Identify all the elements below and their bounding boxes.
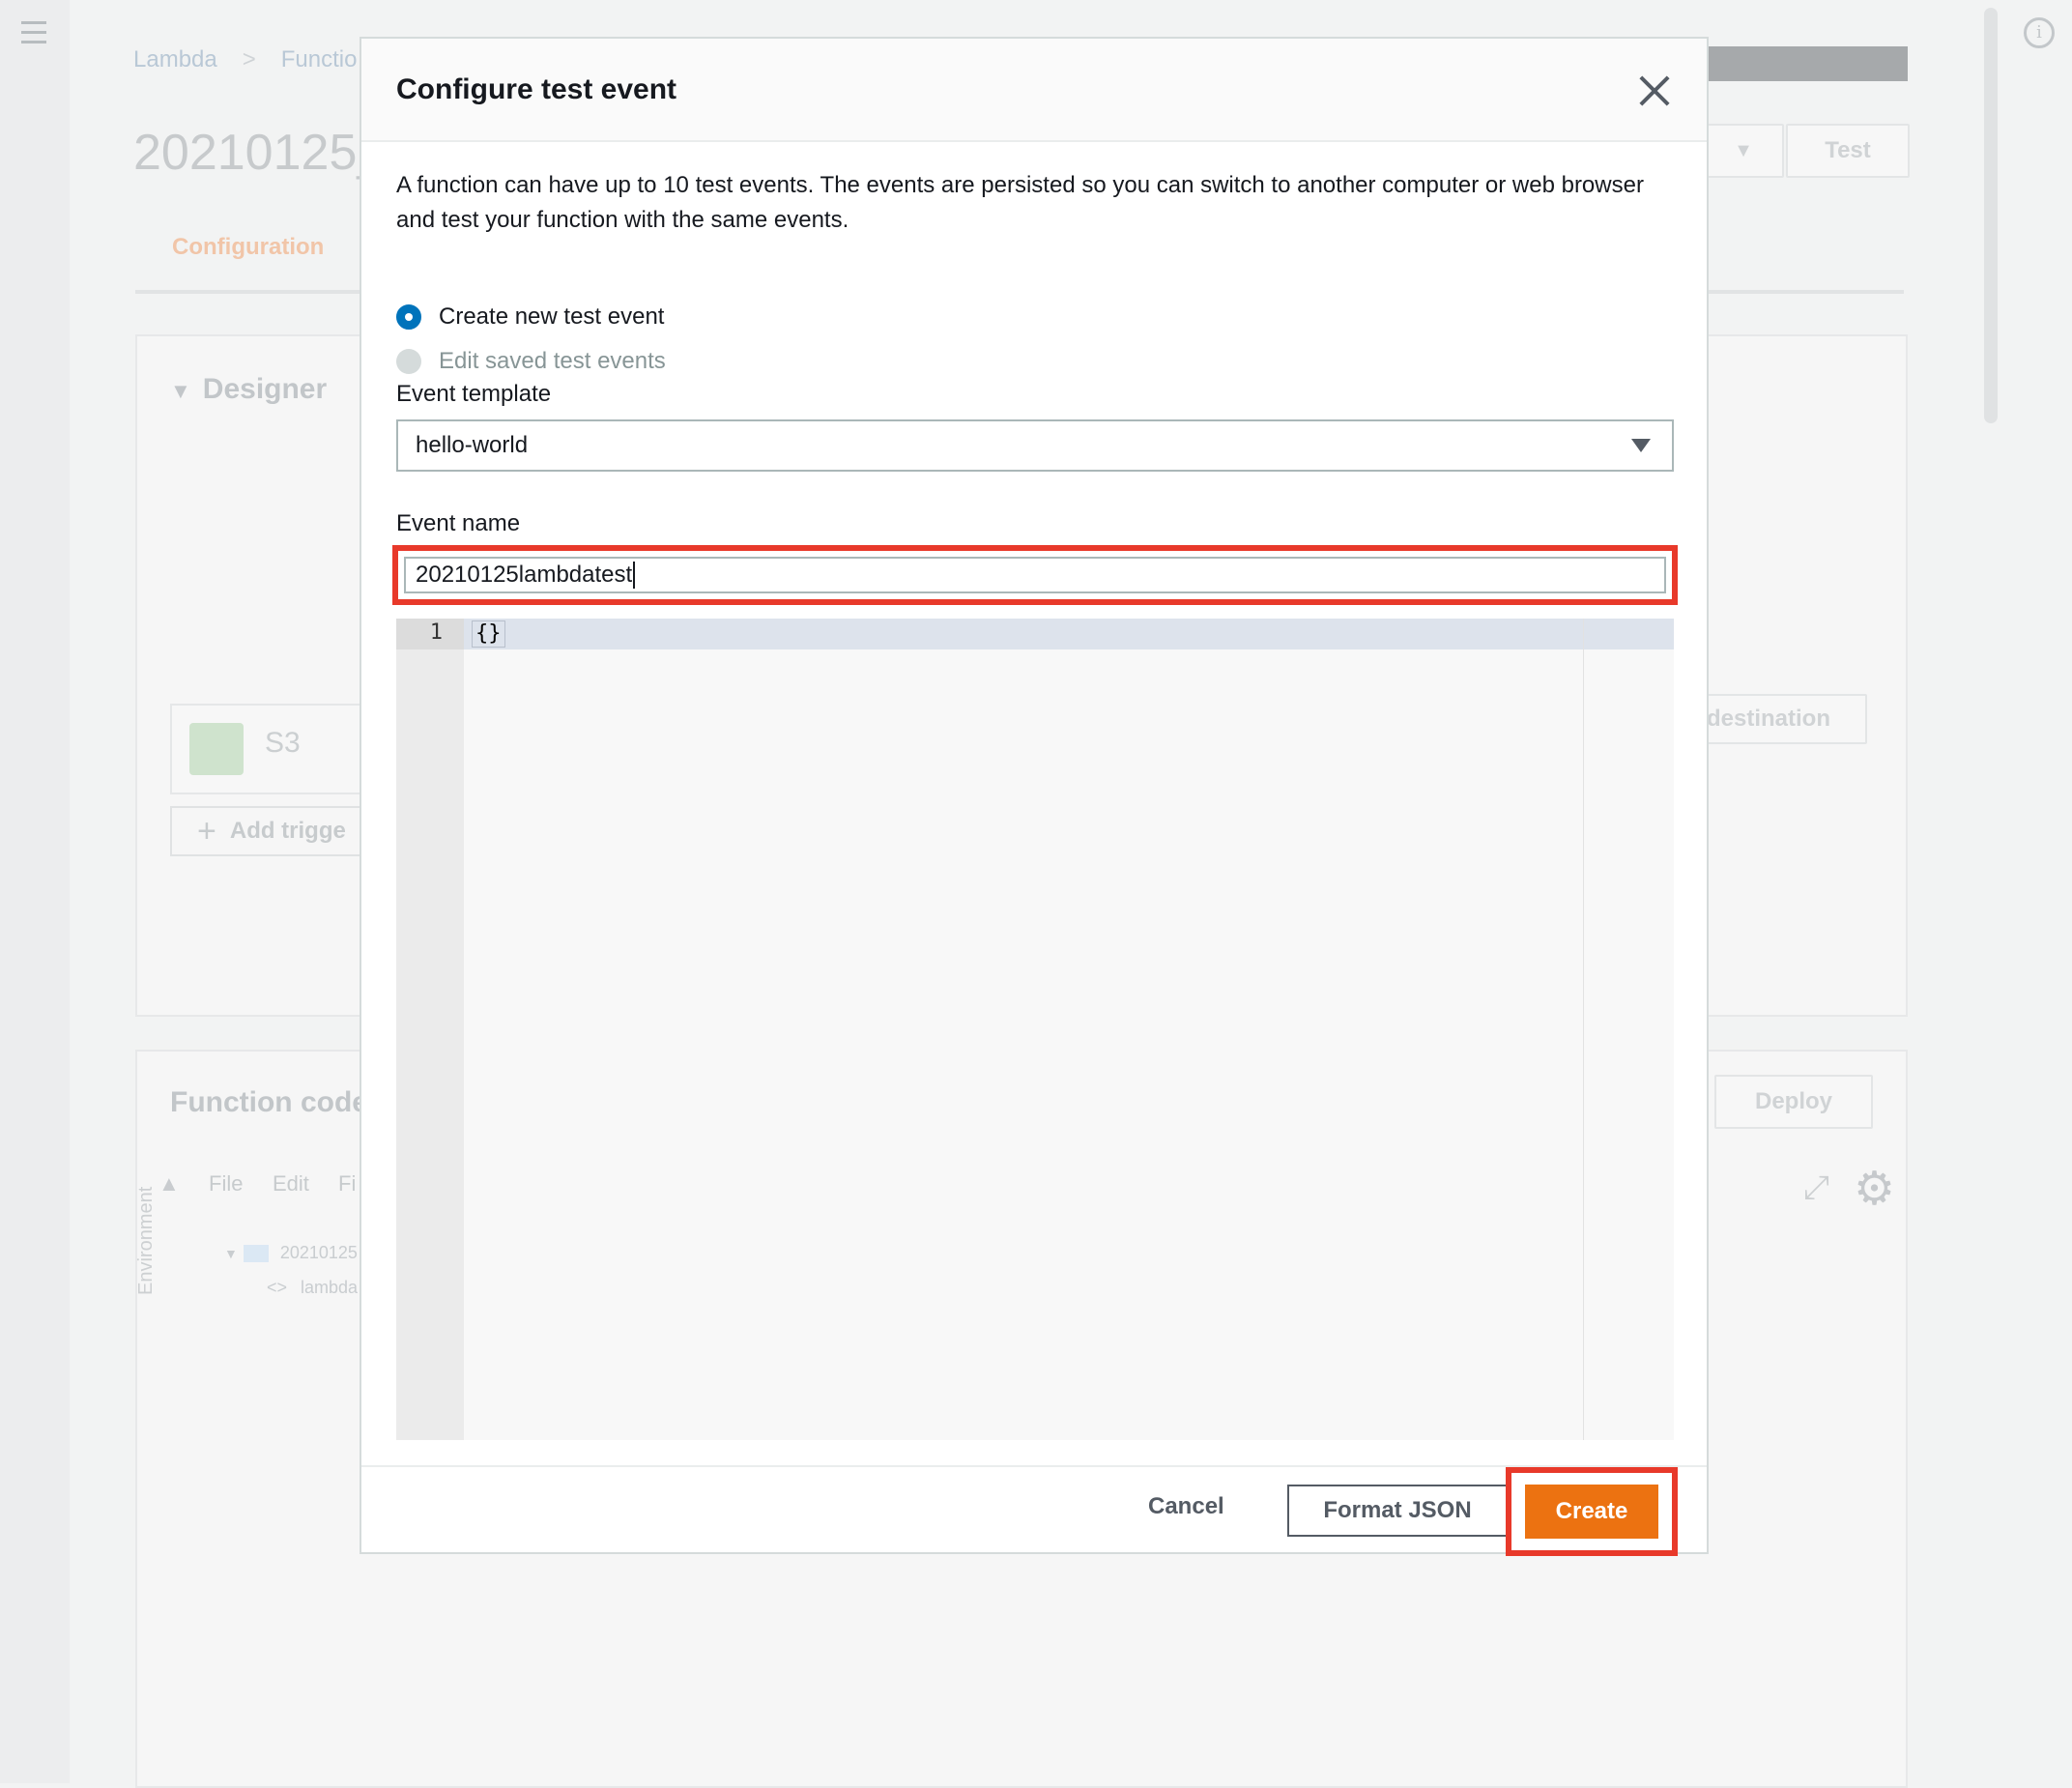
hamburger-menu-icon[interactable]	[21, 21, 46, 50]
radio-create-new[interactable]: Create new test event	[396, 303, 664, 331]
line-number: 1	[429, 620, 443, 645]
caret-down-icon: ▼	[224, 1246, 238, 1261]
plus-icon: +	[197, 812, 216, 850]
editor-gutter	[396, 619, 464, 1440]
caret-down-icon	[1631, 439, 1651, 452]
format-json-button[interactable]: Format JSON	[1287, 1485, 1508, 1537]
menu-file[interactable]: File	[209, 1171, 243, 1197]
create-highlight: Create	[1506, 1467, 1678, 1556]
tab-configuration[interactable]: Configuration	[172, 234, 324, 261]
file-code-icon: <>	[267, 1278, 288, 1297]
collapse-caret-icon[interactable]: ▲	[158, 1171, 180, 1197]
configure-test-event-dialog: Configure test event A function can have…	[360, 37, 1709, 1556]
print-margin	[1583, 619, 1584, 1440]
test-dropdown-button[interactable]: ▼	[1703, 124, 1784, 178]
add-destination-button[interactable]: destination	[1701, 694, 1867, 744]
event-template-label: Event template	[396, 381, 552, 407]
chevron-right-icon: >	[242, 46, 256, 72]
radio-create-label: Create new test event	[439, 303, 665, 330]
test-button[interactable]: Test	[1786, 124, 1910, 178]
breadcrumb-lambda[interactable]: Lambda	[133, 46, 217, 72]
folder-icon	[243, 1245, 269, 1263]
event-template-select[interactable]: hello-world	[396, 419, 1674, 472]
deploy-button[interactable]: Deploy	[1714, 1075, 1873, 1129]
radio-selected-icon[interactable]	[396, 304, 421, 330]
fullscreen-icon[interactable]: ⤢	[1803, 1169, 1829, 1207]
s3-label: S3	[265, 727, 301, 759]
radio-disabled-icon[interactable]	[396, 349, 421, 374]
designer-heading[interactable]: ▼ Designer	[170, 373, 327, 406]
chevron-down-icon: ▼	[1734, 139, 1753, 161]
create-button[interactable]: Create	[1525, 1485, 1658, 1539]
dialog-header: Configure test event	[361, 39, 1707, 142]
s3-bucket-icon	[189, 723, 244, 775]
breadcrumb-functions[interactable]: Functio	[281, 46, 358, 72]
function-title: 20210125_	[133, 125, 386, 181]
code-line[interactable]: {}	[472, 620, 505, 648]
json-editor[interactable]: 1 {}	[396, 619, 1674, 1440]
event-template-value: hello-world	[416, 432, 529, 458]
event-name-input[interactable]: 20210125lambdatest	[404, 557, 1666, 593]
tree-folder[interactable]: ▼ 20210125	[224, 1243, 358, 1263]
dialog-description: A function can have up to 10 test events…	[396, 172, 1644, 233]
page-scrollbar[interactable]	[1984, 8, 1998, 423]
active-line-highlight	[396, 619, 1674, 649]
event-name-value: 20210125lambdatest	[416, 562, 633, 588]
gear-icon[interactable]: ⚙	[1854, 1162, 1895, 1216]
s3-trigger-card[interactable]: S3	[170, 704, 377, 794]
close-icon[interactable]	[1637, 73, 1672, 108]
header-grey-bar	[1707, 46, 1908, 81]
event-name-highlight: 20210125lambdatest	[392, 545, 1678, 605]
breadcrumb: Lambda > Functio	[133, 46, 357, 73]
dialog-title: Configure test event	[396, 73, 677, 105]
add-trigger-button[interactable]: + Add trigge	[170, 806, 373, 856]
event-name-label: Event name	[396, 510, 521, 536]
caret-down-icon: ▼	[170, 379, 191, 403]
radio-edit-saved[interactable]: Edit saved test events	[396, 348, 666, 375]
menu-edit[interactable]: Edit	[273, 1171, 309, 1197]
function-code-heading: Function code	[170, 1086, 368, 1118]
tree-file[interactable]: <> lambda	[267, 1278, 358, 1298]
radio-edit-label: Edit saved test events	[439, 348, 666, 374]
left-nav-rail	[0, 0, 70, 1783]
menu-find[interactable]: Fi	[338, 1171, 356, 1197]
cancel-button[interactable]: Cancel	[1142, 1492, 1230, 1521]
environment-tab[interactable]: Environment	[135, 1187, 158, 1295]
info-icon[interactable]: i	[2024, 17, 2055, 48]
text-cursor	[633, 562, 636, 589]
